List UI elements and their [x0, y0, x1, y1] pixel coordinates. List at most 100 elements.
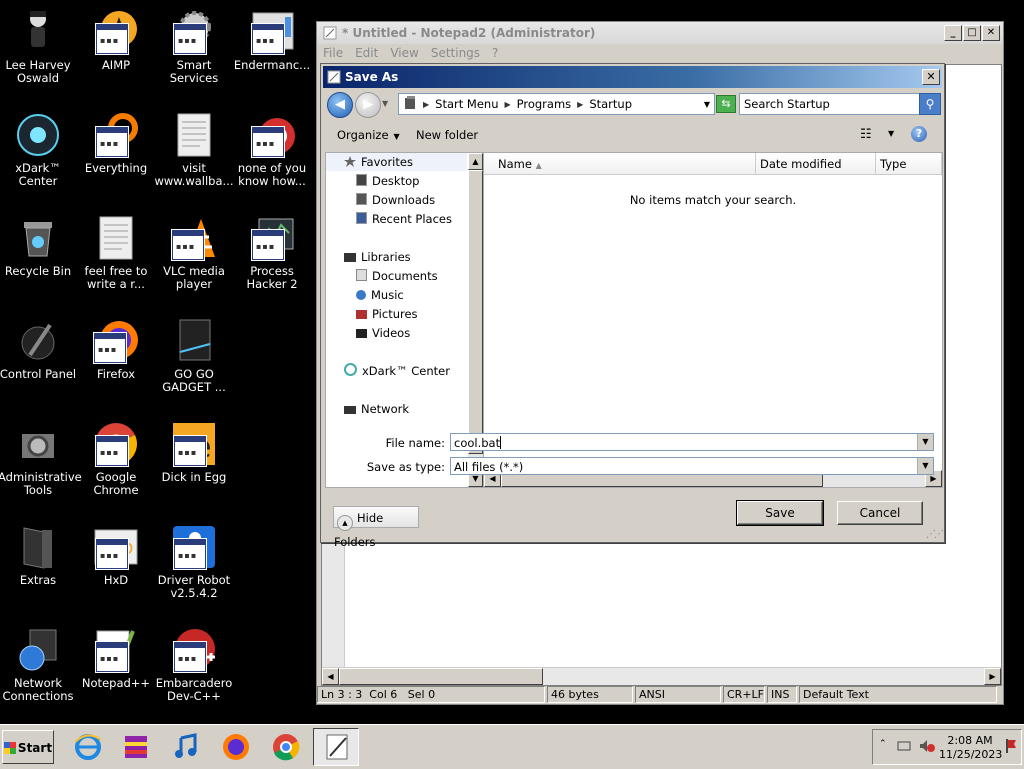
- new-folder-button[interactable]: New folder: [416, 128, 478, 142]
- music-icon[interactable]: [170, 731, 202, 763]
- nav-downloads[interactable]: Downloads: [356, 191, 435, 209]
- nav-music[interactable]: Music: [356, 286, 404, 304]
- desktop-icon-xdark-center[interactable]: xDark™ Center: [0, 111, 78, 188]
- menu-help[interactable]: ?: [492, 46, 498, 60]
- menu-settings[interactable]: Settings: [431, 46, 480, 60]
- notepad-icon: [321, 731, 353, 763]
- desktop-icon-recycle-bin[interactable]: Recycle Bin: [0, 214, 78, 278]
- desktop-icon-visit-wallba[interactable]: visit www.wallba...: [154, 111, 234, 188]
- desktop-icon-label: Notepad++: [81, 676, 151, 690]
- nav-libraries[interactable]: Libraries: [344, 248, 411, 266]
- address-bar[interactable]: ▶ Start Menu ▶ Programs ▶ Startup ▼: [398, 93, 715, 115]
- libraries-icon: [344, 253, 356, 262]
- desktop-icon-extras[interactable]: Extras: [0, 523, 78, 587]
- menu-view[interactable]: View: [390, 46, 418, 60]
- firefox-icon[interactable]: [220, 731, 252, 763]
- column-date-modified[interactable]: Date modified: [756, 153, 876, 175]
- chrome-icon[interactable]: [270, 731, 302, 763]
- close-button[interactable]: ✕: [982, 25, 1000, 41]
- hide-folders-button[interactable]: ▲ Hide Folders: [333, 506, 419, 549]
- desktop-icon-vlc[interactable]: VLC media player: [154, 214, 234, 291]
- nav-pictures[interactable]: Pictures: [356, 305, 418, 323]
- chevron-down-icon[interactable]: ▼: [917, 434, 933, 450]
- breadcrumb-startup[interactable]: Startup: [589, 97, 632, 111]
- view-options-icon[interactable]: ☷: [860, 127, 876, 142]
- internet-explorer-icon[interactable]: [72, 731, 104, 763]
- action-center-flag-icon[interactable]: [1005, 738, 1017, 757]
- nav-favorites[interactable]: Favorites: [326, 153, 467, 171]
- desktop-icon-hxd[interactable]: D HxD: [76, 523, 156, 587]
- desktop-icon-dick-in-egg[interactable]: e Dick in Egg: [154, 420, 234, 484]
- desktop-icon-firefox[interactable]: Firefox: [76, 317, 156, 381]
- desktop-icon-google-chrome[interactable]: Google Chrome: [76, 420, 156, 497]
- folder-icon: [403, 95, 417, 113]
- scroll-up-icon[interactable]: ▲: [468, 153, 483, 170]
- desktop-icon-feel-free[interactable]: feel free to write a r...: [76, 214, 156, 291]
- menu-file[interactable]: File: [323, 46, 343, 60]
- start-button[interactable]: Start: [2, 730, 54, 764]
- column-name[interactable]: Name ▲: [484, 153, 756, 175]
- resize-grip-icon[interactable]: ⋰⋰: [926, 529, 944, 540]
- desktop-icon-process-hacker[interactable]: Process Hacker 2: [232, 214, 312, 291]
- empty-message: No items match your search.: [629, 193, 797, 207]
- desktop-icon-notepad-plus[interactable]: Notepad++: [76, 626, 156, 690]
- clock[interactable]: 2:08 AM 11/25/2023: [939, 734, 1002, 762]
- maximize-button[interactable]: □: [963, 25, 981, 41]
- forward-button[interactable]: ▶: [355, 92, 381, 118]
- refresh-button[interactable]: ⇆: [716, 95, 736, 113]
- network-tray-icon[interactable]: [897, 739, 911, 756]
- desktop-icon-network-connections[interactable]: Network Connections: [0, 626, 78, 703]
- desktop-icon-lee-harvey-oswald[interactable]: Lee Harvey Oswald: [0, 8, 78, 85]
- notepad-titlebar[interactable]: * Untitled - Notepad2 (Administrator) _ …: [317, 22, 1003, 44]
- horizontal-scrollbar[interactable]: ◀ ▶: [322, 667, 1001, 685]
- winrar-icon[interactable]: [120, 731, 152, 763]
- desktop-icon-smart-services[interactable]: Smart Services: [154, 8, 234, 85]
- taskbar-notepad2-button[interactable]: [313, 728, 359, 766]
- nav-videos[interactable]: Videos: [356, 324, 410, 342]
- chevron-right-icon[interactable]: ▶: [577, 100, 583, 109]
- desktop-icon-none-of-you[interactable]: none of you know how...: [232, 111, 312, 188]
- nav-network[interactable]: Network: [344, 400, 409, 418]
- chevron-right-icon[interactable]: ▶: [504, 100, 510, 109]
- save-button[interactable]: Save: [736, 500, 824, 526]
- desktop-icon-dev-cpp[interactable]: Embarcadero Dev-C++: [154, 626, 234, 703]
- scroll-left-icon[interactable]: ◀: [322, 668, 339, 685]
- search-input[interactable]: Search Startup: [739, 93, 921, 115]
- desktop-icon-go-go-gadget[interactable]: GO GO GADGET ...: [154, 317, 234, 394]
- file-name-input[interactable]: cool.bat ▼: [450, 433, 934, 451]
- scroll-right-icon[interactable]: ▶: [984, 668, 1001, 685]
- nav-desktop[interactable]: Desktop: [356, 172, 419, 190]
- volume-muted-icon[interactable]: [919, 739, 935, 756]
- save-as-type-select[interactable]: All files (*.*) ▼: [450, 457, 934, 475]
- chevron-down-icon[interactable]: ▼: [704, 100, 710, 109]
- hex-editor-icon: D: [92, 523, 140, 571]
- nav-documents[interactable]: Documents: [356, 267, 438, 285]
- chevron-down-icon[interactable]: ▼: [888, 129, 894, 138]
- scroll-thumb[interactable]: [468, 170, 483, 454]
- minimize-button[interactable]: _: [944, 25, 962, 41]
- breadcrumb-programs[interactable]: Programs: [517, 97, 572, 111]
- desktop-icon-control-panel[interactable]: Control Panel: [0, 317, 78, 381]
- desktop-icon-everything[interactable]: Everything: [76, 111, 156, 175]
- back-button[interactable]: ◀: [327, 92, 353, 118]
- desktop-icon-driver-robot[interactable]: Driver Robot v2.5.4.2: [154, 523, 234, 600]
- search-icon[interactable]: ⚲: [919, 93, 941, 115]
- dialog-titlebar[interactable]: Save As ✕: [323, 66, 942, 88]
- chevron-right-icon[interactable]: ▶: [423, 100, 429, 109]
- breadcrumb-start-menu[interactable]: Start Menu: [435, 97, 498, 111]
- desktop-icon-endermanc[interactable]: Endermanc...: [232, 8, 312, 72]
- organize-button[interactable]: Organize ▼: [337, 128, 400, 142]
- desktop-icon-administrative-tools[interactable]: Administrative Tools: [0, 420, 82, 497]
- scroll-thumb[interactable]: [339, 668, 543, 685]
- menu-edit[interactable]: Edit: [355, 46, 378, 60]
- nav-xdark-center[interactable]: xDark™ Center: [344, 362, 450, 380]
- cancel-button[interactable]: Cancel: [837, 501, 923, 525]
- recent-locations-dropdown-icon[interactable]: ▼: [382, 99, 388, 108]
- show-hidden-icons-button[interactable]: ⌃: [879, 739, 887, 749]
- column-type[interactable]: Type: [876, 153, 942, 175]
- chevron-down-icon[interactable]: ▼: [917, 458, 933, 474]
- desktop-icon-aimp[interactable]: AIMP: [76, 8, 156, 72]
- dialog-close-button[interactable]: ✕: [922, 69, 940, 85]
- nav-recent-places[interactable]: Recent Places: [356, 210, 452, 228]
- help-icon[interactable]: ?: [911, 126, 927, 142]
